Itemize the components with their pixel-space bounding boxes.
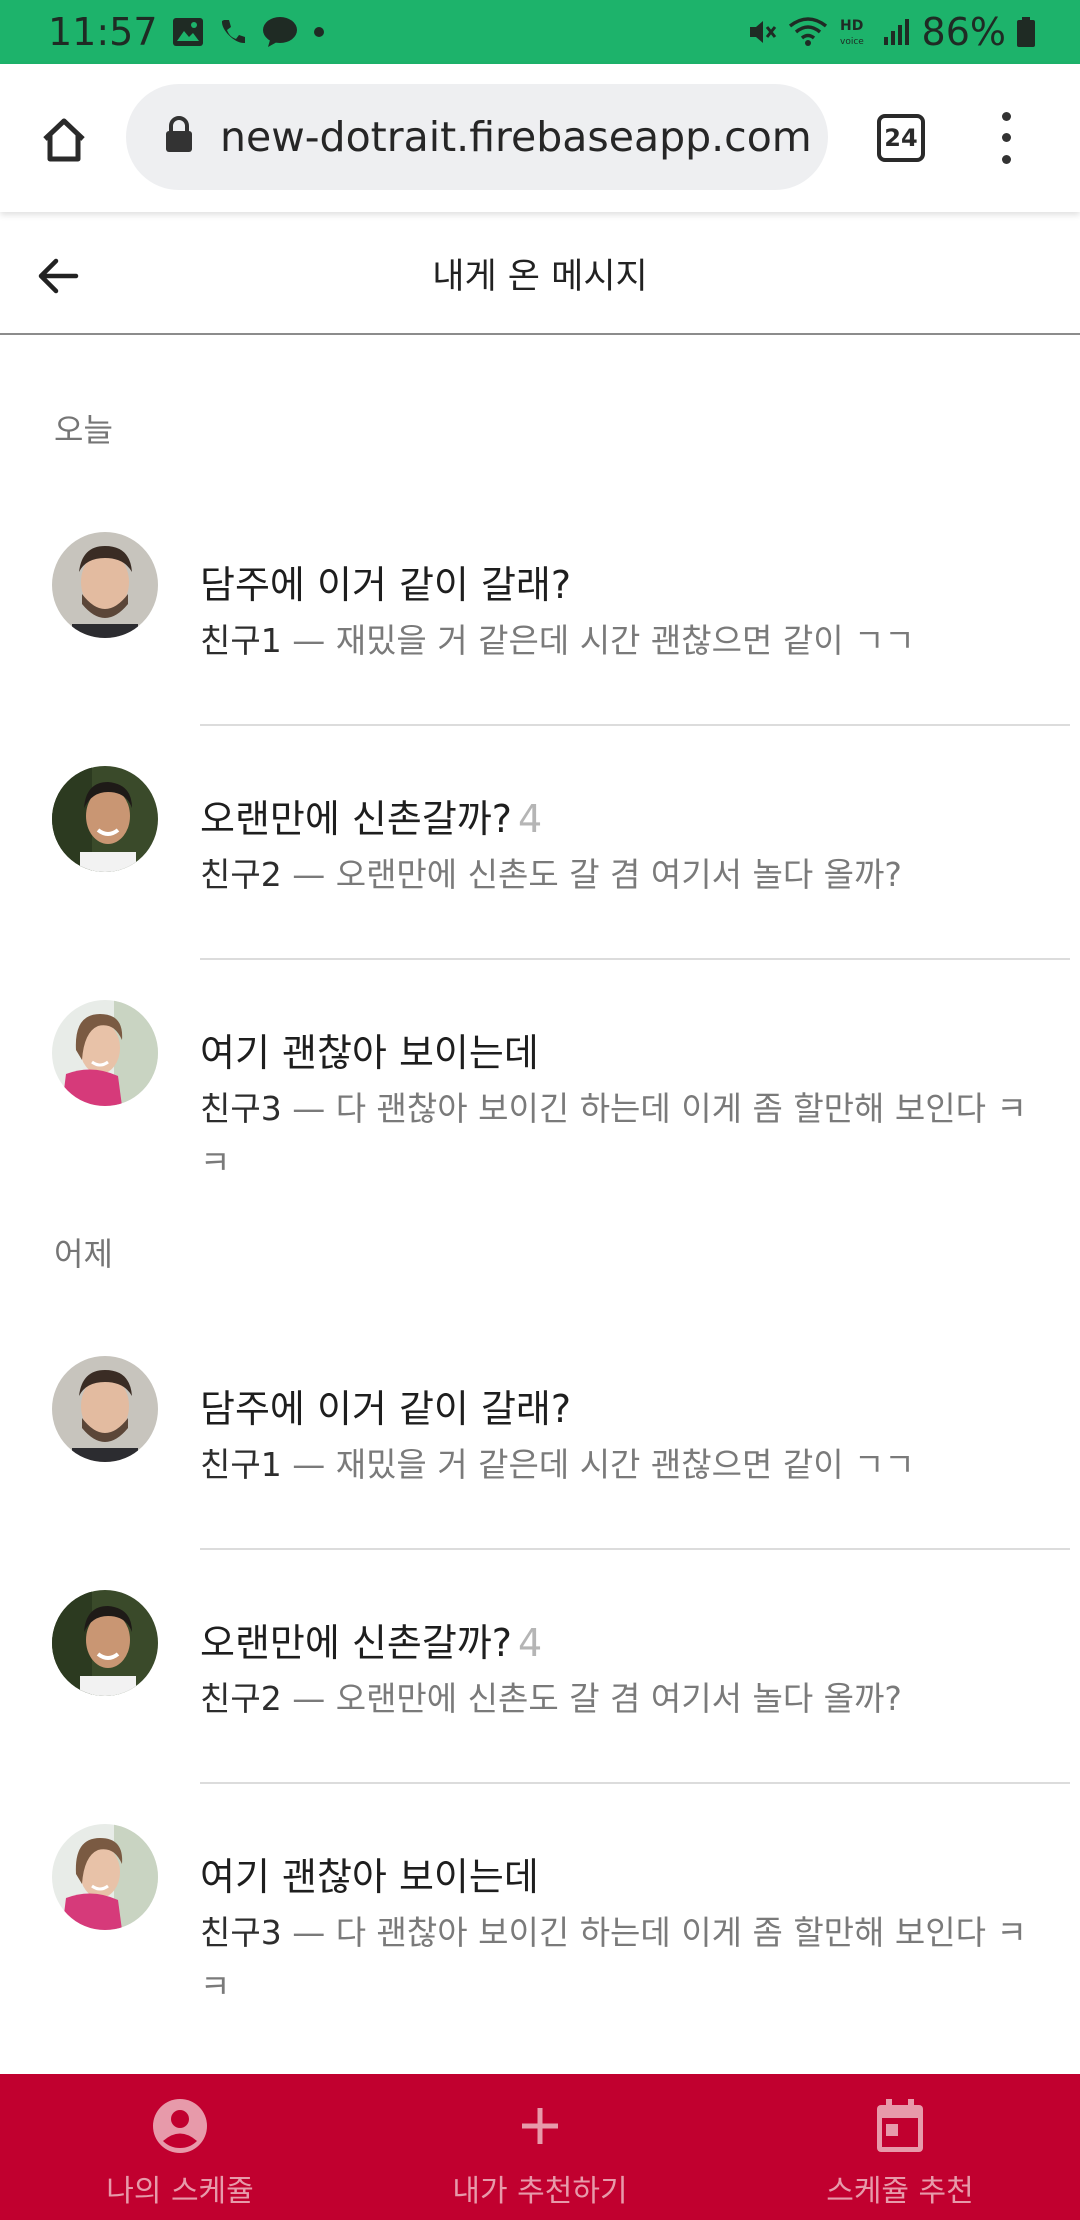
message-preview: 친구1 — 재밌을 거 같은데 시간 괜찮으면 같이 ㄱㄱ	[200, 621, 915, 660]
bottom-navigation: 나의 스케쥴 내가 추천하기 스케쥴 추천	[0, 2074, 1080, 2220]
message-item[interactable]: 오랜만에 신촌갈까? 4 친구2 — 오랜만에 신촌도 갈 겸 여기서 놀다 올까…	[0, 1590, 1080, 1822]
app-header: 내게 온 메시지	[0, 212, 1080, 335]
lock-icon	[164, 116, 194, 158]
notification-dot-icon	[312, 25, 326, 39]
hd-voice-icon: HD voice	[838, 16, 872, 48]
nav-label: 내가 추천하기	[452, 2174, 628, 2209]
message-item[interactable]: 여기 괜찮아 보이는데 친구3 — 다 괜찮아 보이긴 하는데 이게 좀 할만해…	[0, 1000, 1080, 1232]
message-preview: 친구2 — 오랜만에 신촌도 갈 겸 여기서 놀다 올까?	[200, 855, 902, 894]
page-title: 내게 온 메시지	[432, 257, 648, 297]
address-bar[interactable]: new-dotrait.firebaseapp.com	[126, 84, 828, 190]
unread-count-badge: 4	[517, 1621, 543, 1665]
home-icon[interactable]	[34, 110, 94, 170]
nav-label: 스케쥴 추천	[826, 2174, 974, 2209]
url-text: new-dotrait.firebaseapp.com	[220, 113, 812, 161]
message-item[interactable]: 여기 괜찮아 보이는데 친구3 — 다 괜찮아 보이긴 하는데 이게 좀 할만해…	[0, 1824, 1080, 2056]
message-item[interactable]: 담주에 이거 같이 갈래? 친구1 — 재밌을 거 같은데 시간 괜찮으면 같이…	[0, 1356, 1080, 1588]
nav-my-schedule[interactable]: 나의 스케쥴	[0, 2074, 360, 2220]
svg-text:HD: HD	[840, 18, 863, 34]
plus-icon	[510, 2096, 570, 2156]
mute-icon	[746, 16, 778, 48]
browser-toolbar: new-dotrait.firebaseapp.com 24	[0, 64, 1080, 212]
divider	[200, 724, 1070, 726]
message-preview: 친구1 — 재밌을 거 같은데 시간 괜찮으면 같이 ㄱㄱ	[200, 1445, 915, 1484]
gallery-icon	[172, 17, 204, 47]
calendar-icon	[870, 2096, 930, 2156]
message-title: 오랜만에 신촌갈까? 4	[200, 1621, 543, 1665]
signal-icon	[882, 17, 912, 47]
section-label-yesterday: 어제	[54, 1235, 113, 1273]
avatar-friend2	[52, 766, 158, 872]
message-title: 담주에 이거 같이 갈래?	[200, 563, 572, 607]
nav-label: 나의 스케쥴	[106, 2174, 254, 2209]
svg-text:voice: voice	[840, 37, 864, 47]
divider	[200, 1782, 1070, 1784]
avatar-friend1	[52, 532, 158, 638]
status-time: 11:57	[48, 10, 158, 54]
tab-switcher-button[interactable]: 24	[877, 114, 925, 162]
avatar-friend3	[52, 1000, 158, 1106]
message-item[interactable]: 오랜만에 신촌갈까? 4 친구2 — 오랜만에 신촌도 갈 겸 여기서 놀다 올까…	[0, 766, 1080, 998]
message-preview: 친구3 — 다 괜찮아 보이긴 하는데 이게 좀 할만해 보인다 ㅋㅋ	[200, 1913, 1027, 2006]
account-circle-icon	[150, 2096, 210, 2156]
nav-schedule-recommend[interactable]: 스케쥴 추천	[720, 2074, 1080, 2220]
divider	[200, 958, 1070, 960]
message-preview: 친구2 — 오랜만에 신촌도 갈 겸 여기서 놀다 올까?	[200, 1679, 902, 1718]
message-title: 담주에 이거 같이 갈래?	[200, 1387, 572, 1431]
battery-percent: 86%	[921, 10, 1006, 54]
message-item[interactable]: 담주에 이거 같이 갈래? 친구1 — 재밌을 거 같은데 시간 괜찮으면 같이…	[0, 532, 1080, 764]
battery-icon	[1016, 16, 1036, 48]
message-preview: 친구3 — 다 괜찮아 보이긴 하는데 이게 좀 할만해 보인다 ㅋㅋ	[200, 1089, 1027, 1182]
status-bar: 11:57 HD voice 86%	[0, 0, 1080, 64]
avatar-friend3	[52, 1824, 158, 1930]
more-options-icon[interactable]	[986, 106, 1026, 170]
avatar-friend1	[52, 1356, 158, 1462]
wifi-icon	[788, 16, 828, 48]
talk-icon	[262, 16, 298, 48]
unread-count-badge: 4	[517, 797, 543, 841]
nav-recommend[interactable]: 내가 추천하기	[360, 2074, 720, 2220]
avatar-friend2	[52, 1590, 158, 1696]
message-title: 여기 괜찮아 보이는데	[200, 1855, 539, 1899]
message-title: 여기 괜찮아 보이는데	[200, 1031, 539, 1075]
section-label-today: 오늘	[54, 411, 113, 449]
divider	[200, 1548, 1070, 1550]
phone-icon	[218, 17, 248, 47]
message-title: 오랜만에 신촌갈까? 4	[200, 797, 543, 841]
